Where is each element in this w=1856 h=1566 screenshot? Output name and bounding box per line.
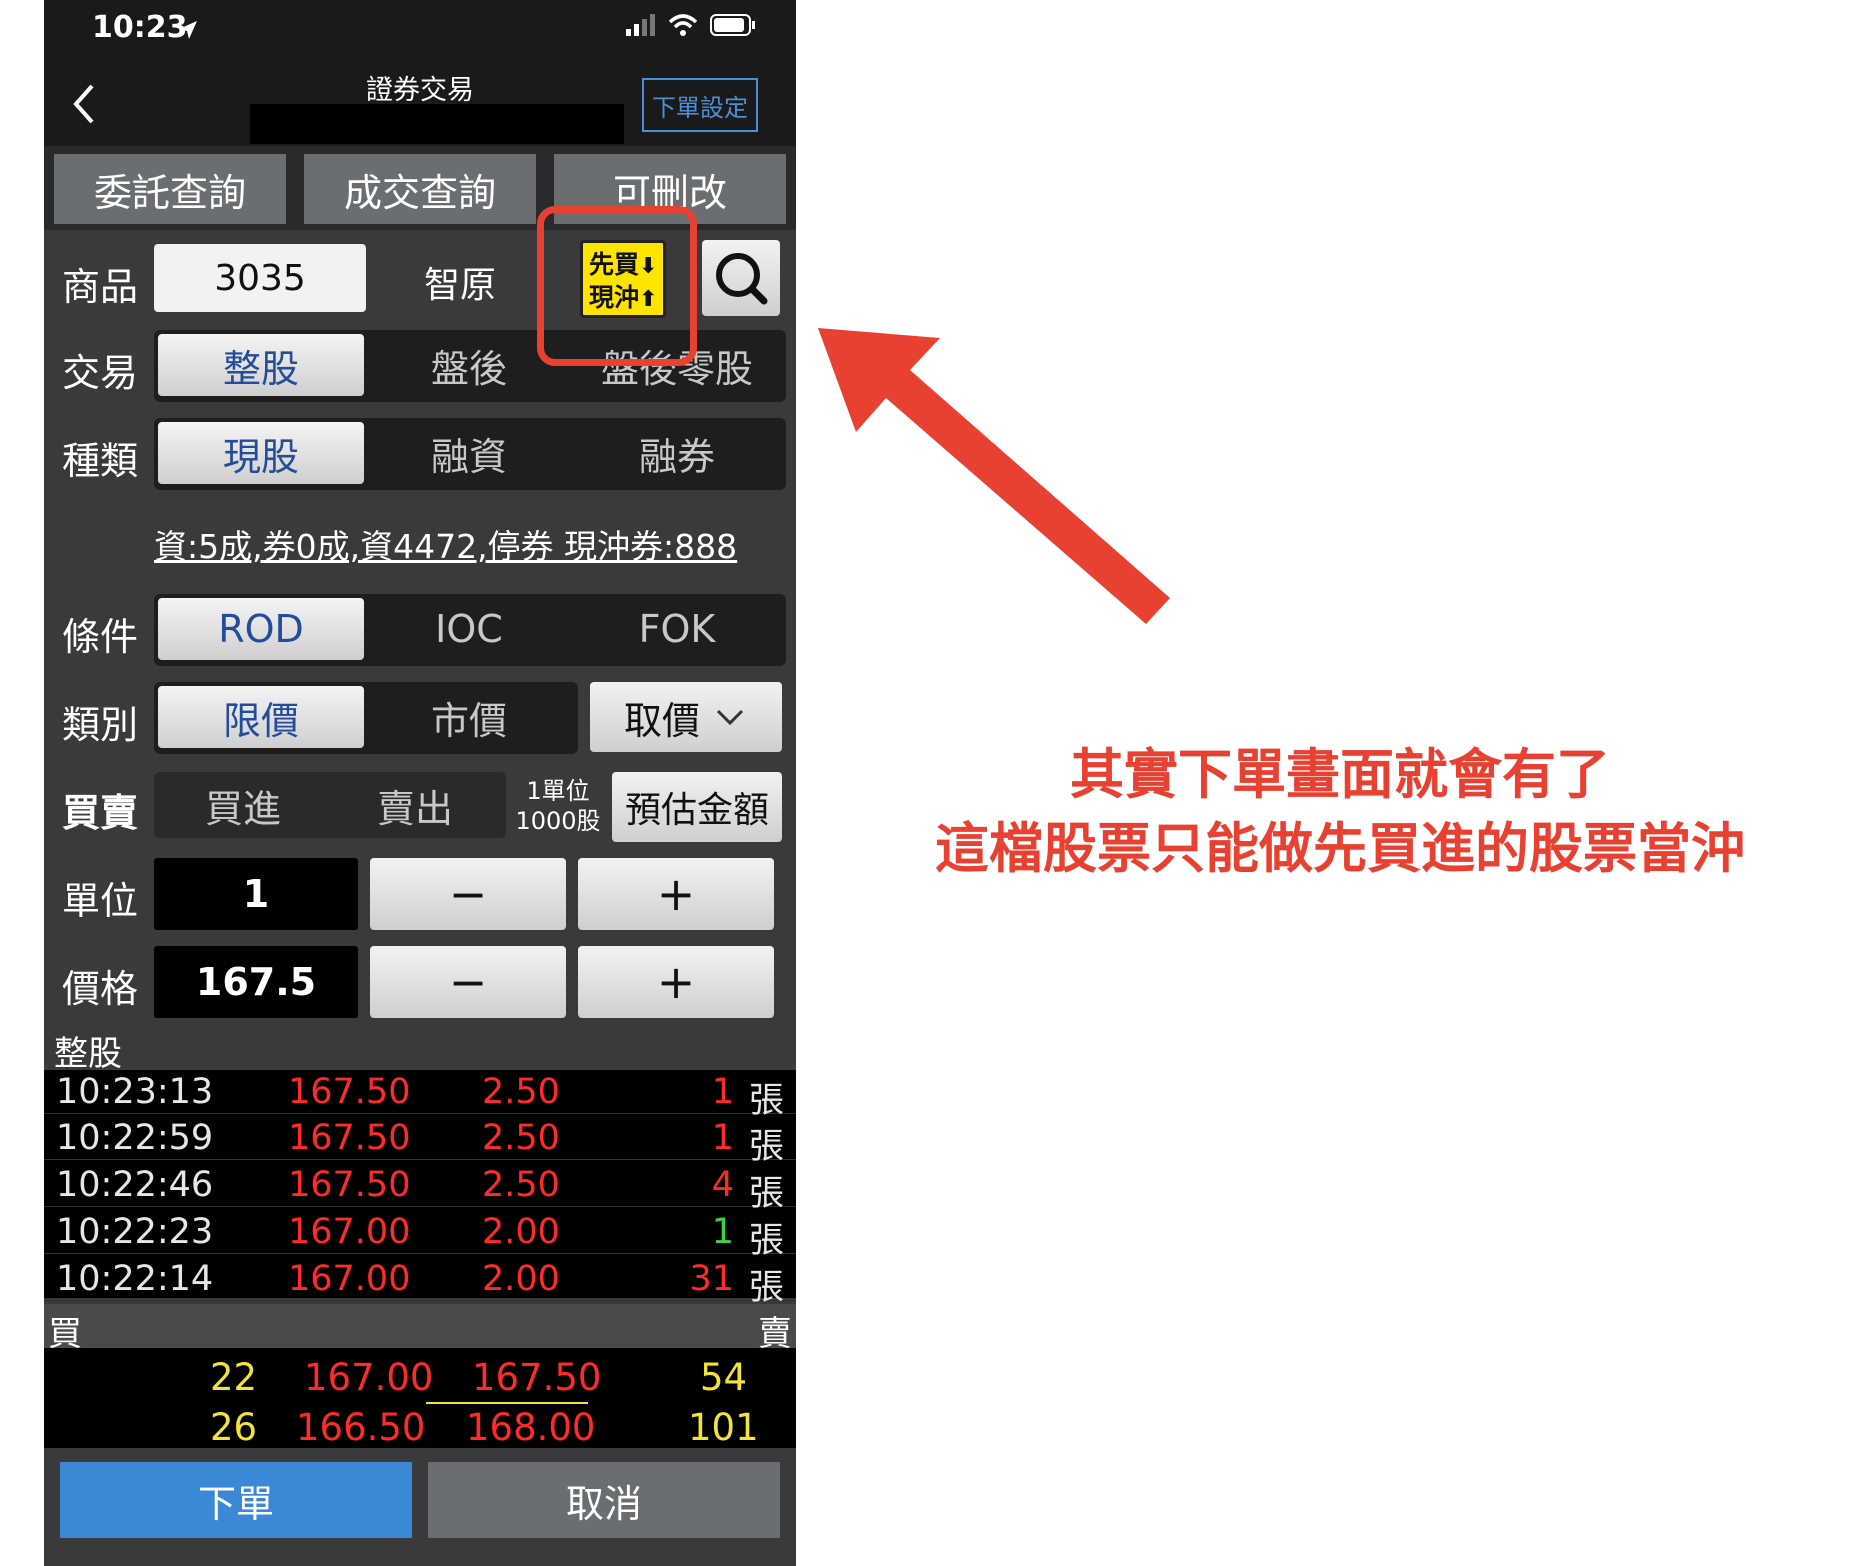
price-type-option-limit[interactable]: 限價 xyxy=(158,686,364,748)
highlight-box xyxy=(537,206,697,366)
order-book-header: 買 賣 xyxy=(44,1304,796,1354)
tick-row: 10:22:46 167.50 2.50 4張 xyxy=(44,1163,796,1214)
ask-price: 168.00 xyxy=(466,1406,596,1449)
category-label: 種類 xyxy=(62,439,139,483)
nav-bar: 證券交易 下單設定 xyxy=(44,62,796,146)
quantity-label: 單位 xyxy=(62,879,139,923)
tick-row: 10:22:14 167.00 2.00 31 張 xyxy=(44,1257,796,1308)
last-price-underline xyxy=(426,1402,588,1404)
action-bar: 下單 取消 xyxy=(44,1448,796,1566)
price-decrement-button[interactable]: − xyxy=(370,946,566,1018)
annotation-line-1: 其實下單畫面就會有了 xyxy=(1070,743,1610,806)
battery-icon xyxy=(710,14,755,36)
quantity-decrement-button[interactable]: − xyxy=(370,858,566,930)
category-option-short[interactable]: 融券 xyxy=(574,422,780,484)
ask-qty: 54 xyxy=(700,1356,748,1399)
status-time: 10:23 xyxy=(92,10,188,45)
price-type-label: 類別 xyxy=(62,703,139,747)
side-option-buy[interactable]: 買進 xyxy=(158,776,328,834)
search-button[interactable] xyxy=(702,240,780,316)
order-settings-button[interactable]: 下單設定 xyxy=(642,78,758,132)
price-type-segmented: 限價 市價 xyxy=(154,682,578,754)
price-input[interactable]: 167.5 xyxy=(154,946,358,1018)
price-label: 價格 xyxy=(62,967,139,1011)
price-source-dropdown[interactable]: 取價 xyxy=(590,682,782,752)
product-code-input[interactable]: 3035 xyxy=(154,244,366,312)
ask-price: 167.50 xyxy=(472,1356,602,1399)
quantity-increment-button[interactable]: + xyxy=(578,858,774,930)
tick-list: 10:23:13 167.50 2.50 1張 10:22:59 167.50 2.50… xyxy=(44,1070,796,1308)
redacted-account xyxy=(250,104,624,144)
ticks-header: 整股 xyxy=(44,1026,796,1074)
condition-option-rod[interactable]: ROD xyxy=(158,598,364,660)
side-segmented: 買進 賣出 xyxy=(154,772,506,838)
condition-segmented: ROD IOC FOK xyxy=(154,594,786,666)
side-option-sell[interactable]: 賣出 xyxy=(330,776,500,834)
category-segmented: 現股 融資 融券 xyxy=(154,418,786,490)
margin-info-link[interactable]: 資:5成,券0成,資4472,停券 現沖券:888 xyxy=(154,520,786,568)
quantity-input[interactable]: 1 xyxy=(154,858,358,930)
condition-option-fok[interactable]: FOK xyxy=(574,598,780,660)
fill-query-button[interactable]: 成交查詢 xyxy=(304,154,536,224)
condition-label: 條件 xyxy=(62,615,139,659)
category-option-cash[interactable]: 現股 xyxy=(158,422,364,484)
trade-option-round-lot[interactable]: 整股 xyxy=(158,334,364,396)
estimate-amount-button[interactable]: 預估金額 xyxy=(612,772,782,842)
bid-qty: 22 xyxy=(210,1356,258,1399)
price-type-option-market[interactable]: 市價 xyxy=(366,686,572,748)
search-icon xyxy=(716,253,768,305)
ask-qty: 101 xyxy=(688,1406,759,1449)
chevron-down-icon xyxy=(716,709,744,726)
product-label: 商品 xyxy=(62,265,139,309)
unit-note: 1單位 1000股 xyxy=(515,777,601,835)
bid-price: 166.50 xyxy=(296,1406,426,1449)
bid-price: 167.00 xyxy=(304,1356,434,1399)
order-query-button[interactable]: 委託查詢 xyxy=(54,154,286,224)
product-name: 智原 xyxy=(424,265,497,306)
status-bar: 10:23 xyxy=(44,0,796,62)
wifi-icon xyxy=(668,14,698,36)
cancel-button[interactable]: 取消 xyxy=(428,1462,780,1538)
side-label: 買賣 xyxy=(62,791,139,835)
tick-row: 10:22:59 167.50 2.50 1張 xyxy=(44,1116,796,1167)
trade-label: 交易 xyxy=(62,351,139,395)
annotation-arrow-icon xyxy=(818,328,1170,624)
location-arrow-icon xyxy=(179,21,197,39)
status-icons xyxy=(626,14,756,36)
price-source-label: 取價 xyxy=(623,698,700,743)
price-increment-button[interactable]: + xyxy=(578,946,774,1018)
tick-row: 10:22:23 167.00 2.00 1張 xyxy=(44,1210,796,1261)
tick-row: 10:23:13 167.50 2.50 1張 xyxy=(44,1070,796,1121)
order-book: 22 167.00 167.50 54 26 166.50 168.00 101 xyxy=(44,1348,796,1449)
bid-qty: 26 xyxy=(210,1406,258,1449)
category-option-margin[interactable]: 融資 xyxy=(366,422,572,484)
signal-icon xyxy=(626,14,655,36)
condition-option-ioc[interactable]: IOC xyxy=(366,598,572,660)
annotation-line-2: 這檔股票只能做先買進的股票當沖 xyxy=(935,817,1745,880)
place-order-button[interactable]: 下單 xyxy=(60,1462,412,1538)
